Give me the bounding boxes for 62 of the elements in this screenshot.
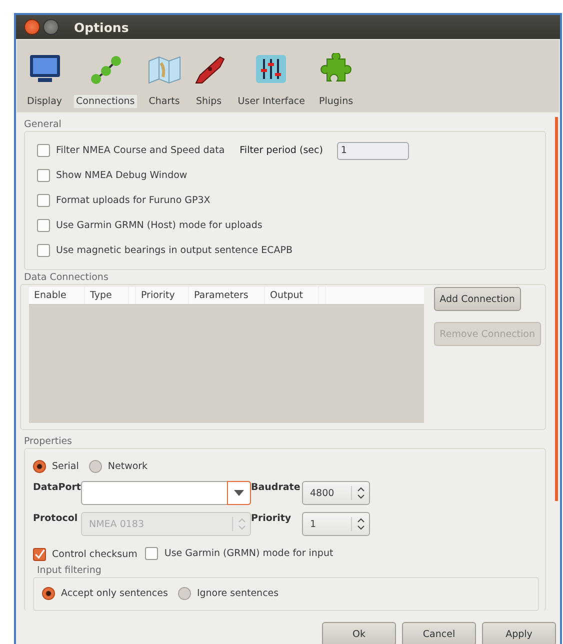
column-header[interactable]: Type [85, 287, 129, 304]
field-label: Baudrate [251, 481, 302, 495]
column-header[interactable]: Output [265, 287, 319, 304]
checkbox-label: Show NMEA Debug Window [56, 170, 188, 181]
column-header[interactable]: Parameters [189, 287, 265, 304]
combo-box[interactable] [81, 481, 251, 505]
radio-button[interactable] [33, 460, 46, 472]
maximize-button[interactable] [43, 19, 59, 35]
dialog-button[interactable]: Ok [322, 622, 396, 644]
toolbar-tab[interactable]: Plugins [313, 53, 360, 108]
toolbar-tab[interactable]: Display [21, 53, 68, 108]
radio-label: Ignore sentences [196, 588, 279, 598]
column-header[interactable]: Enable [29, 287, 85, 304]
connected-nodes-icon [88, 53, 122, 85]
checkmark-icon [34, 548, 45, 560]
stepper-icon [351, 517, 367, 531]
radio-button[interactable] [42, 586, 55, 600]
filter-period-field[interactable]: 1 [336, 142, 409, 160]
scrollbar-thumb[interactable] [555, 117, 558, 501]
stepper-icon [351, 486, 367, 500]
dialog-button[interactable]: Cancel [402, 622, 476, 644]
checkbox[interactable] [37, 194, 50, 207]
radio-label: Network [108, 460, 148, 472]
connection-button[interactable]: Add Connection [434, 287, 521, 311]
field-label: DataPort [33, 481, 81, 495]
stepper-icon [232, 517, 248, 531]
toolbar-tab[interactable]: User Interface [232, 53, 312, 108]
checkbox-label: Control checksum [52, 548, 138, 560]
checkbox-label: Use Garmin (GRMN) mode for input [164, 548, 334, 558]
group-title: General [23, 119, 62, 131]
group-title: Input filtering [36, 565, 102, 577]
column-header[interactable]: Priority [136, 287, 189, 304]
dialog-button[interactable]: Apply [482, 622, 556, 644]
field-label: Filter period (sec) [240, 145, 323, 156]
checkbox-label: Use Garmin GRMN (Host) mode for uploads [56, 220, 262, 231]
field-label: Priority [251, 512, 292, 526]
window-title: Options [74, 20, 129, 34]
radio-button[interactable] [88, 460, 102, 472]
checkbox[interactable] [37, 244, 50, 257]
toolbar-tab[interactable]: Connections [70, 53, 141, 108]
checkbox[interactable] [33, 548, 46, 560]
group-title: Data Connections [23, 272, 110, 284]
checkbox-label: Use magnetic bearings in output sentence ECAPB [56, 245, 293, 256]
checkbox[interactable] [37, 144, 50, 157]
sliders-icon [254, 53, 288, 85]
checkbox[interactable] [145, 546, 158, 560]
combo-box: NMEA 0183 [81, 512, 251, 536]
toolbar-tab[interactable]: Ships [188, 53, 230, 108]
radio-label: Serial [52, 460, 79, 472]
group-title: Properties [23, 436, 74, 448]
close-button[interactable] [24, 19, 40, 35]
radio-label: Accept only sentences [61, 588, 168, 598]
checkbox-label: Filter NMEA Course and Speed data [56, 145, 225, 156]
spin-field[interactable]: 1 [302, 512, 370, 536]
toolbar-tab[interactable]: Charts [142, 53, 186, 108]
field-label: Protocol [33, 512, 79, 526]
monitor-icon [28, 53, 62, 85]
checkbox[interactable] [37, 169, 50, 182]
radio-button[interactable] [178, 586, 191, 600]
checkbox[interactable] [37, 219, 50, 232]
spin-field[interactable]: 4800 [302, 481, 370, 505]
checkbox-label: Format uploads for Furuno GP3X [56, 195, 210, 206]
